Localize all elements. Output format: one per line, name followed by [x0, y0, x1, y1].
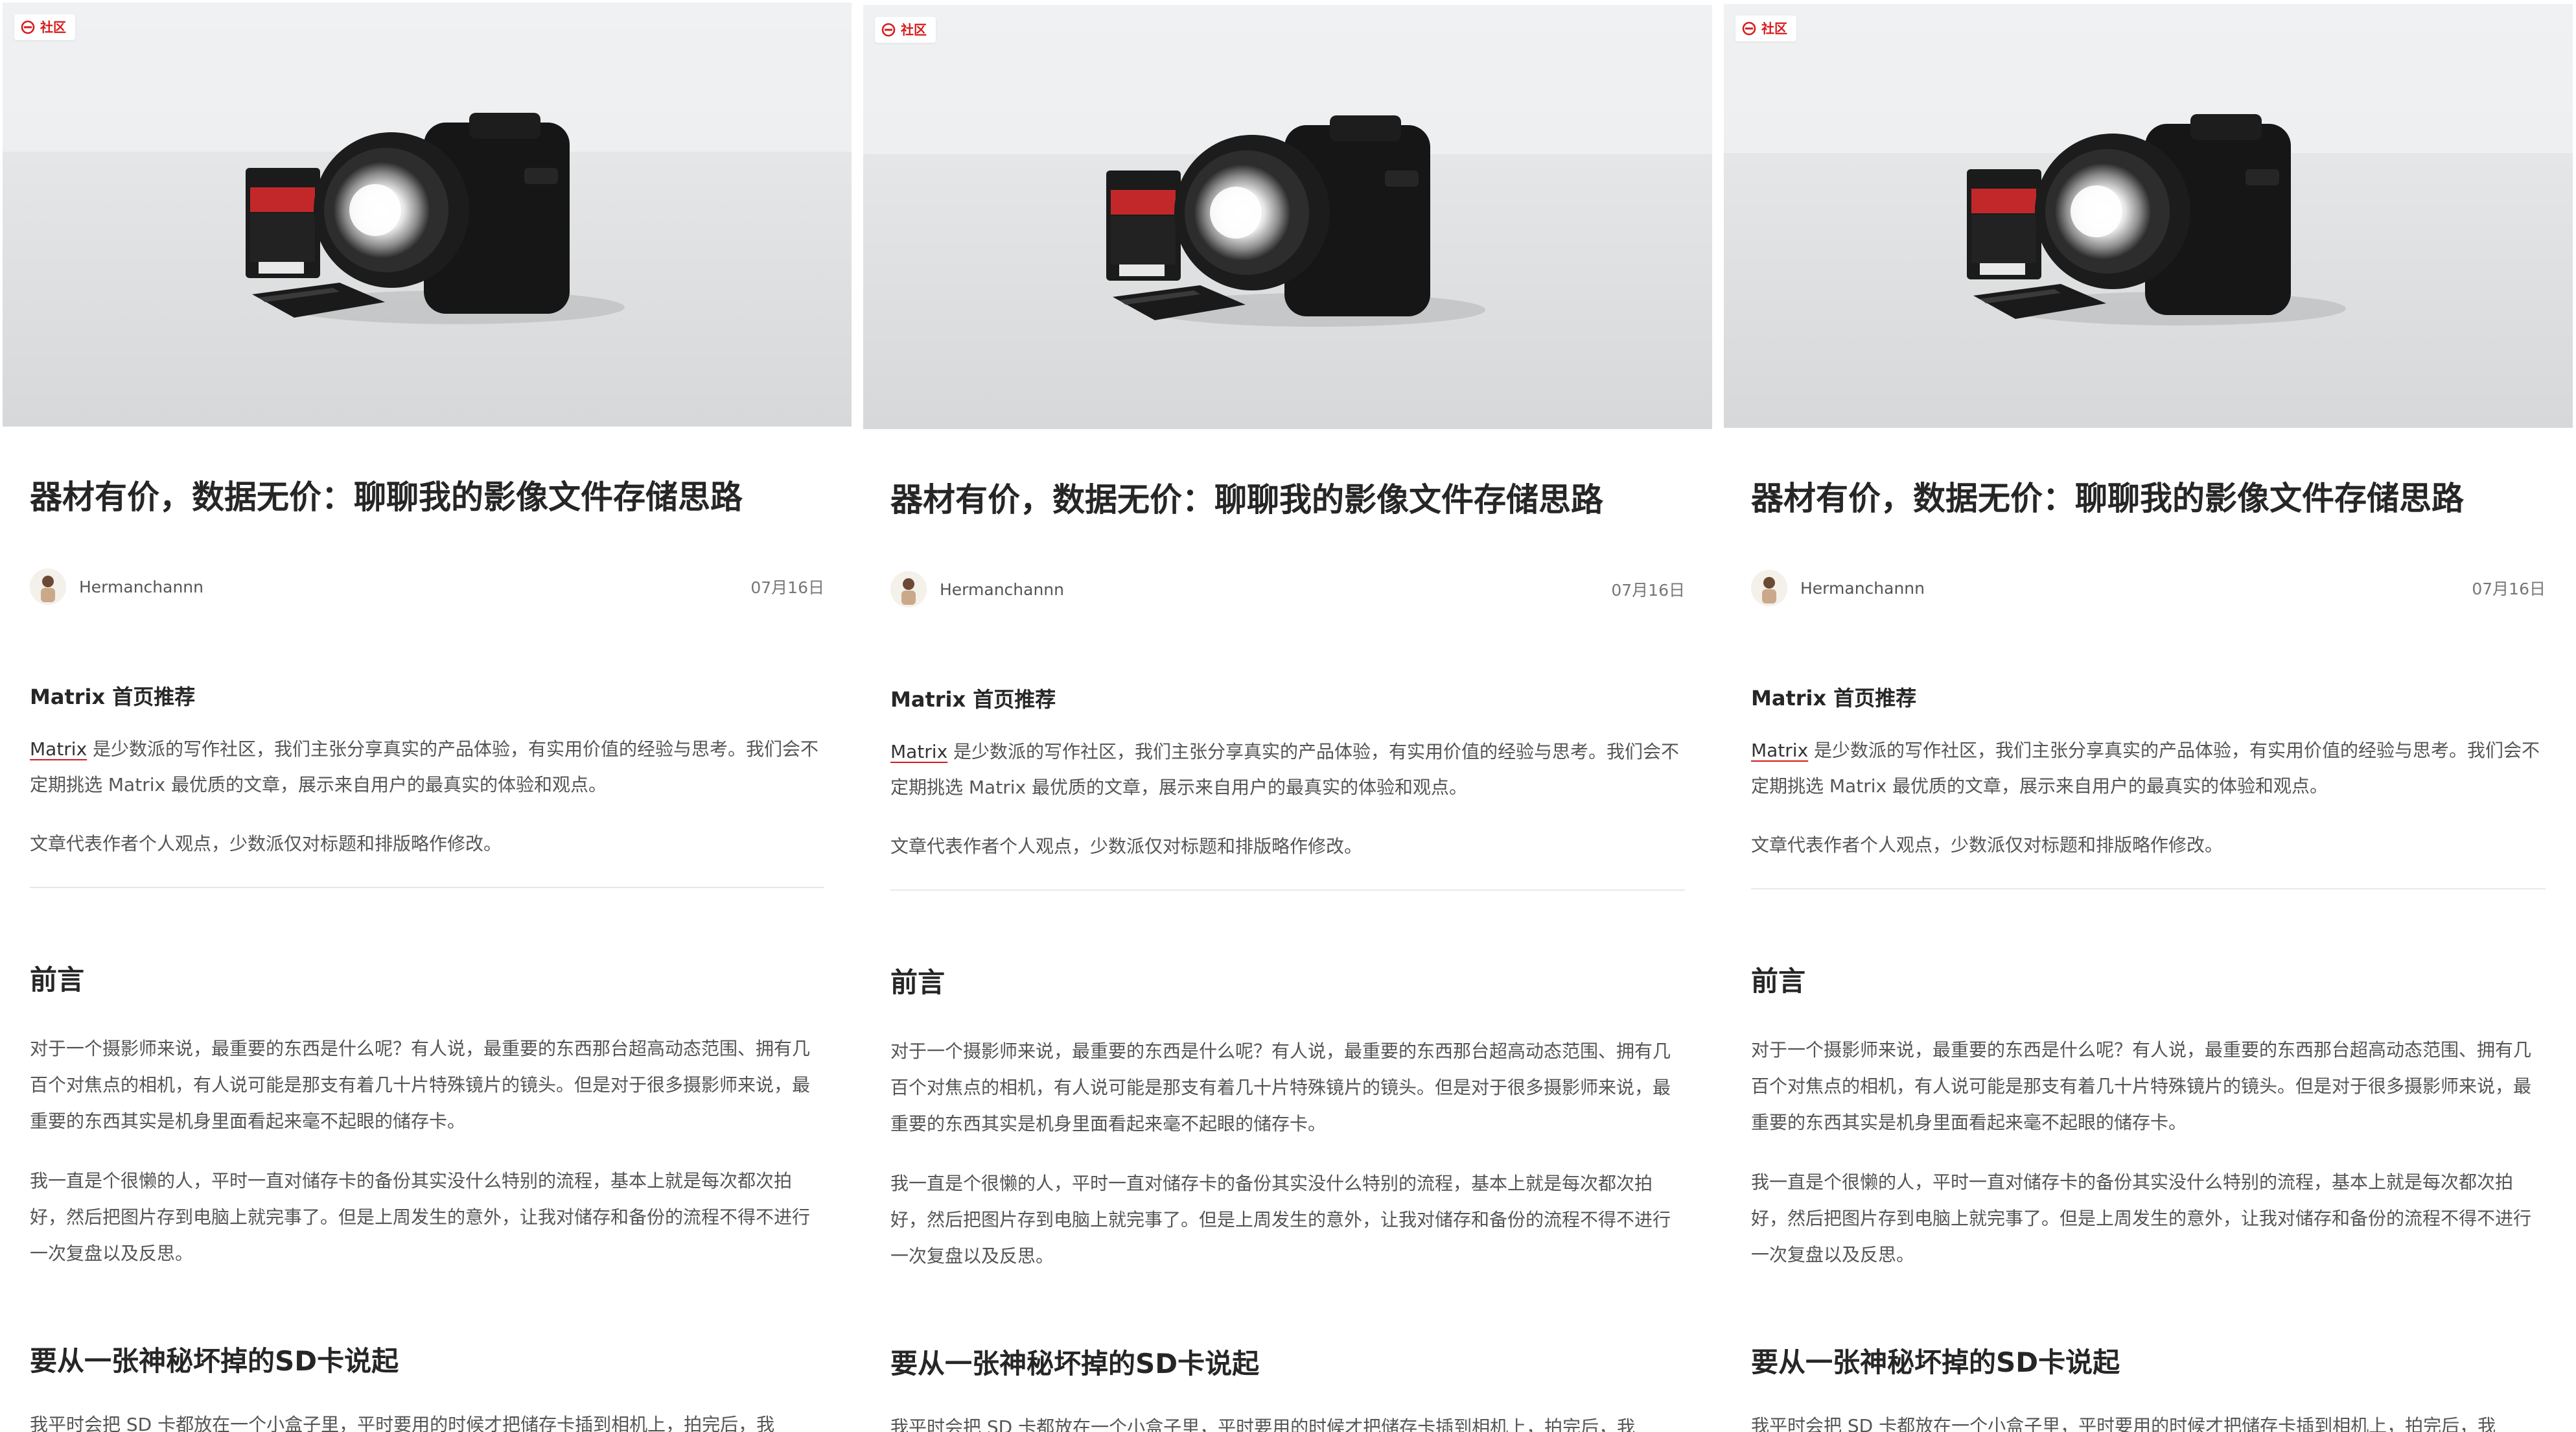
- article-panel: 社区 器材有价，数据无价：聊聊我的影像文件存储思路 Hermanchannn 0…: [1721, 1, 2575, 1432]
- recommend-body: 是少数派的写作社区，我们主张分享真实的产品体验，有实用价值的经验与思考。我们会不…: [1751, 740, 2540, 797]
- avatar-icon: [890, 571, 927, 607]
- recommend-body: 是少数派的写作社区，我们主张分享真实的产品体验，有实用价值的经验与思考。我们会不…: [30, 738, 819, 795]
- divider: [890, 889, 1685, 891]
- publish-date: 07月16日: [1611, 581, 1685, 600]
- community-badge[interactable]: 社区: [14, 14, 75, 40]
- author-row: Hermanchannn 07月16日: [1751, 569, 2546, 607]
- paragraph: 对于一个摄影师来说，最重要的东西是什么呢？有人说，最重要的东西那台超高动态范围、…: [30, 1038, 811, 1132]
- paragraph: 我一直是个很懒的人，平时一直对储存卡的备份其实没什么特别的流程，基本上就是每次都…: [30, 1170, 811, 1264]
- camera-photo: [863, 5, 1712, 429]
- avatar[interactable]: [890, 571, 927, 607]
- recommend-body: 是少数派的写作社区，我们主张分享真实的产品体验，有实用价值的经验与思考。我们会不…: [890, 741, 1680, 798]
- article-title[interactable]: 器材有价，数据无价：聊聊我的影像文件存储思路: [1751, 478, 2546, 519]
- paragraph: 我平时会把 SD 卡都放在一个小盒子里，平时要用的时候才把储存卡插到相机上，拍完…: [30, 1414, 775, 1432]
- page: 社区 器材有价，数据无价：聊聊我的影像文件存储思路 Hermanchannn 0…: [0, 0, 2576, 1432]
- hero-image[interactable]: 社区: [863, 5, 1712, 429]
- badge-label: 社区: [1761, 21, 1787, 36]
- divider: [30, 887, 824, 888]
- divider: [1751, 888, 2546, 889]
- community-badge[interactable]: 社区: [1735, 16, 1796, 41]
- author-name[interactable]: Hermanchannn: [79, 578, 203, 596]
- article-panel: 社区 器材有价，数据无价：聊聊我的影像文件存储思路 Hermanchannn 0…: [861, 3, 1715, 1432]
- section-heading-preface: 前言: [1751, 965, 1806, 997]
- avatar[interactable]: [30, 569, 66, 605]
- recommend-note: 文章代表作者个人观点，少数派仅对标题和排版略作修改。: [30, 833, 502, 854]
- badge-label: 社区: [40, 19, 66, 35]
- recommend-heading: Matrix 首页推荐: [890, 687, 1056, 712]
- camera-photo: [1724, 4, 2573, 428]
- article-panel: 社区 器材有价，数据无价：聊聊我的影像文件存储思路 Hermanchannn 0…: [0, 0, 854, 1432]
- sspai-logo-icon: [881, 23, 896, 37]
- section-heading-sd: 要从一张神秘坏掉的SD卡说起: [890, 1348, 1260, 1379]
- camera-photo: [3, 3, 852, 427]
- author-name[interactable]: Hermanchannn: [1800, 579, 1925, 598]
- matrix-link[interactable]: Matrix: [30, 738, 87, 760]
- paragraph: 我平时会把 SD 卡都放在一个小盒子里，平时要用的时候才把储存卡插到相机上，拍完…: [890, 1416, 1636, 1432]
- section-heading-preface: 前言: [30, 964, 85, 996]
- sspai-logo-icon: [1742, 21, 1756, 36]
- author-name[interactable]: Hermanchannn: [940, 580, 1064, 599]
- author-row: Hermanchannn 07月16日: [30, 567, 824, 606]
- recommend-text: Matrix 是少数派的写作社区，我们主张分享真实的产品体验，有实用价值的经验与…: [890, 734, 1685, 805]
- recommend-text: Matrix 是少数派的写作社区，我们主张分享真实的产品体验，有实用价值的经验与…: [30, 731, 824, 803]
- section-heading-sd: 要从一张神秘坏掉的SD卡说起: [30, 1345, 399, 1377]
- avatar-icon: [30, 569, 66, 605]
- recommend-note: 文章代表作者个人观点，少数派仅对标题和排版略作修改。: [1751, 834, 2223, 856]
- paragraph: 对于一个摄影师来说，最重要的东西是什么呢？有人说，最重要的东西那台超高动态范围、…: [890, 1040, 1671, 1134]
- matrix-link[interactable]: Matrix: [890, 741, 947, 762]
- badge-label: 社区: [901, 22, 927, 38]
- author-row: Hermanchannn 07月16日: [890, 570, 1685, 609]
- hero-image[interactable]: 社区: [3, 3, 852, 427]
- paragraph: 对于一个摄影师来说，最重要的东西是什么呢？有人说，最重要的东西那台超高动态范围、…: [1751, 1039, 2532, 1133]
- publish-date: 07月16日: [2472, 580, 2546, 598]
- hero-image[interactable]: 社区: [1724, 4, 2573, 428]
- paragraph: 我一直是个很懒的人，平时一直对储存卡的备份其实没什么特别的流程，基本上就是每次都…: [890, 1173, 1671, 1267]
- avatar[interactable]: [1751, 570, 1787, 606]
- recommend-heading: Matrix 首页推荐: [1751, 686, 1917, 710]
- section-heading-sd: 要从一张神秘坏掉的SD卡说起: [1751, 1346, 2120, 1378]
- section-heading-preface: 前言: [890, 967, 946, 998]
- article-title[interactable]: 器材有价，数据无价：聊聊我的影像文件存储思路: [30, 476, 824, 518]
- avatar-icon: [1751, 570, 1787, 606]
- matrix-link[interactable]: Matrix: [1751, 740, 1808, 761]
- article-title[interactable]: 器材有价，数据无价：聊聊我的影像文件存储思路: [890, 479, 1685, 521]
- recommend-text: Matrix 是少数派的写作社区，我们主张分享真实的产品体验，有实用价值的经验与…: [1751, 733, 2546, 804]
- paragraph: 我一直是个很懒的人，平时一直对储存卡的备份其实没什么特别的流程，基本上就是每次都…: [1751, 1171, 2532, 1265]
- paragraph: 我平时会把 SD 卡都放在一个小盒子里，平时要用的时候才把储存卡插到相机上，拍完…: [1751, 1415, 2496, 1432]
- recommend-heading: Matrix 首页推荐: [30, 685, 196, 709]
- publish-date: 07月16日: [750, 578, 824, 597]
- recommend-note: 文章代表作者个人观点，少数派仅对标题和排版略作修改。: [890, 836, 1363, 857]
- community-badge[interactable]: 社区: [875, 17, 936, 43]
- sspai-logo-icon: [21, 20, 35, 34]
